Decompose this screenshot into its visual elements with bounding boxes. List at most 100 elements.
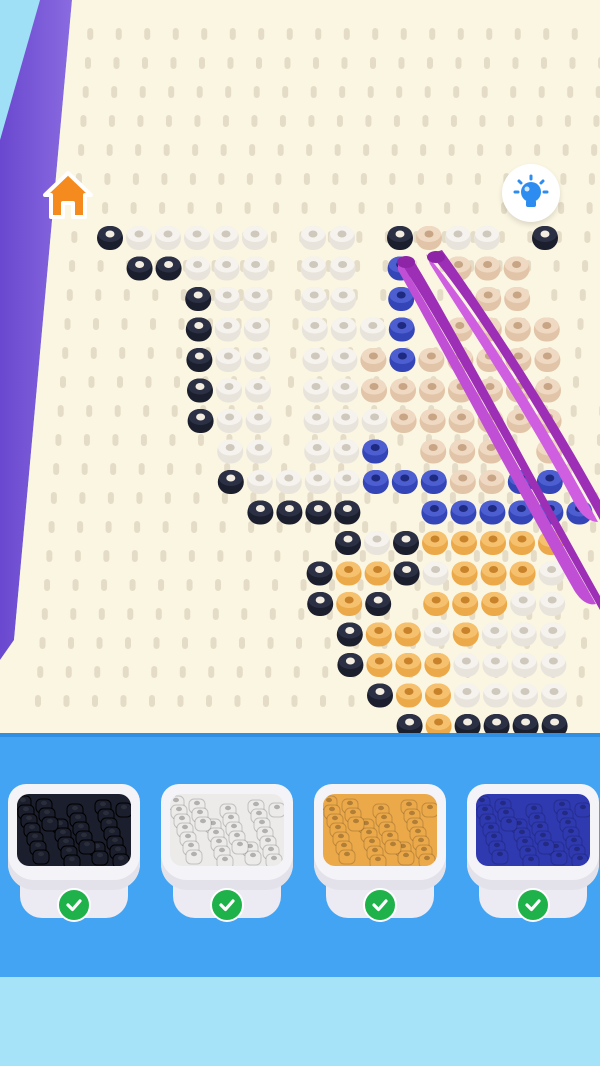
peg	[114, 405, 121, 417]
peg	[138, 463, 145, 475]
peg	[244, 202, 251, 214]
peg	[422, 115, 429, 127]
peg	[419, 521, 426, 533]
peg	[225, 86, 232, 98]
peg	[291, 695, 298, 707]
peg	[71, 231, 78, 243]
white-bead	[126, 226, 152, 250]
pegboard[interactable]	[0, 0, 600, 740]
white-bead	[242, 256, 269, 281]
peg	[222, 115, 229, 127]
peg	[198, 57, 205, 69]
white-bead	[214, 317, 241, 342]
peg	[153, 637, 160, 649]
peg	[348, 695, 355, 707]
peg	[182, 637, 189, 649]
white-bead	[246, 470, 273, 494]
peg	[262, 695, 269, 707]
peg	[562, 144, 569, 156]
white-bead	[243, 317, 270, 342]
peg	[563, 492, 570, 504]
peg	[172, 28, 179, 40]
peg	[324, 637, 331, 649]
white-bead	[454, 683, 480, 708]
black-bead	[97, 226, 123, 250]
peg	[50, 492, 57, 504]
blue-bead-bowl[interactable]	[467, 784, 599, 922]
black-bead	[393, 531, 419, 555]
peg	[245, 550, 252, 562]
peg	[37, 666, 44, 678]
peg	[104, 173, 111, 185]
peg	[155, 608, 162, 620]
orange-bead	[366, 653, 393, 677]
peg	[136, 492, 143, 504]
black-bead	[337, 653, 364, 677]
peg	[227, 57, 234, 69]
peg	[65, 666, 72, 678]
peg	[64, 318, 71, 330]
blue-bead	[421, 500, 448, 525]
peg	[218, 173, 225, 185]
peg	[274, 550, 281, 562]
peg	[473, 550, 480, 562]
peg	[319, 695, 326, 707]
white-bead	[242, 226, 268, 250]
blue-bead	[362, 470, 389, 494]
hint-button[interactable]	[502, 164, 560, 222]
peg	[322, 666, 329, 678]
black-bead	[247, 500, 274, 525]
peg	[453, 86, 460, 98]
home-icon	[43, 171, 93, 219]
peg	[367, 86, 374, 98]
white-bead	[301, 287, 328, 311]
peg	[424, 86, 431, 98]
peg	[538, 86, 545, 98]
peg	[590, 521, 597, 533]
peg	[82, 86, 89, 98]
tan-bead	[503, 256, 530, 281]
peg	[421, 492, 428, 504]
peg	[59, 376, 66, 388]
peg	[332, 173, 339, 185]
bowl-beads	[170, 794, 284, 866]
peg	[530, 550, 537, 562]
peg	[331, 550, 338, 562]
peg	[57, 405, 64, 417]
peg	[429, 28, 436, 40]
peg	[125, 637, 132, 649]
peg	[595, 86, 600, 98]
white-bead	[329, 226, 355, 250]
peg	[91, 695, 98, 707]
peg	[437, 289, 444, 301]
white-bead	[330, 287, 357, 311]
peg	[197, 434, 204, 446]
peg	[558, 202, 565, 214]
peg	[388, 550, 395, 562]
black-bead-bowl[interactable]	[8, 784, 140, 922]
peg	[591, 144, 598, 156]
peg	[68, 637, 75, 649]
peg	[241, 608, 248, 620]
peg	[507, 115, 514, 127]
peg	[178, 318, 185, 330]
blue-bead	[362, 439, 389, 464]
peg	[167, 463, 174, 475]
peg	[290, 347, 297, 359]
tan-bead	[416, 226, 442, 250]
peg	[79, 492, 86, 504]
peg	[161, 173, 168, 185]
black-bead	[306, 561, 333, 586]
white-bead-bowl[interactable]	[161, 784, 293, 922]
white-bead	[539, 592, 566, 616]
tan-bead	[420, 439, 447, 464]
peg	[239, 637, 246, 649]
peg	[249, 144, 256, 156]
peg	[417, 173, 424, 185]
peg	[170, 57, 177, 69]
home-button[interactable]	[40, 167, 96, 223]
bowl-beads	[323, 794, 437, 866]
orange-bead-bowl[interactable]	[314, 784, 446, 922]
peg	[568, 434, 575, 446]
peg	[334, 144, 341, 156]
